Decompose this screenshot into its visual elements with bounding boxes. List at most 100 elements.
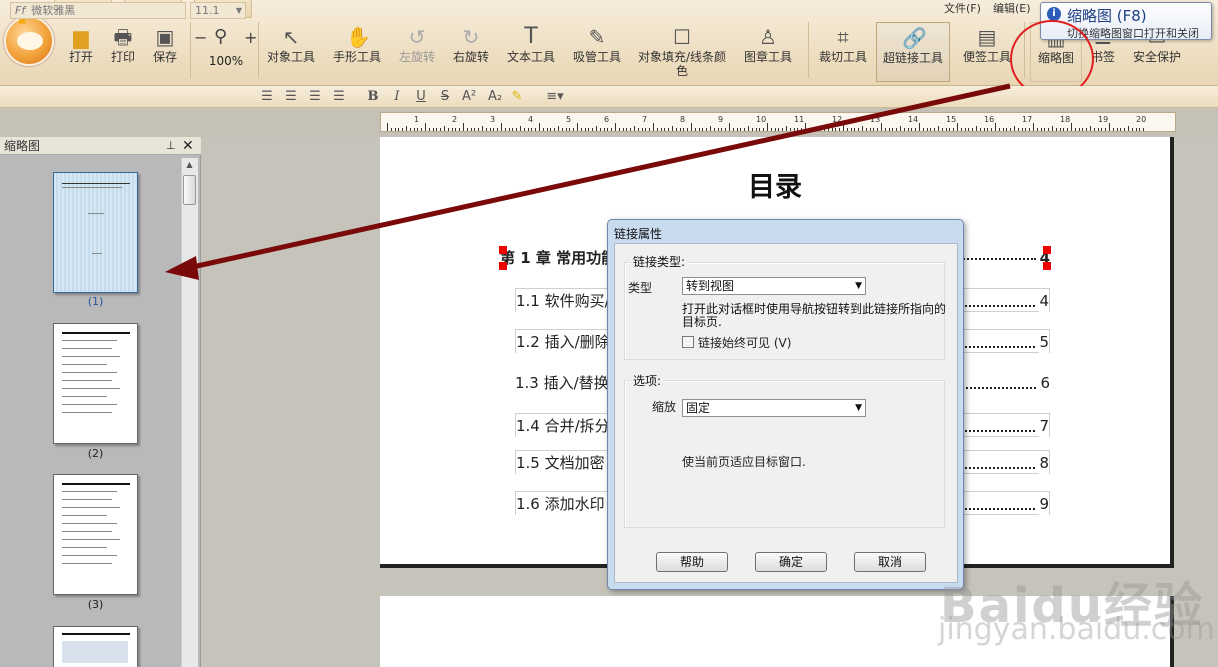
italic-icon[interactable]: I: [388, 88, 406, 106]
ruler-tick: [736, 128, 738, 131]
align-left-icon[interactable]: ☰: [258, 88, 276, 106]
zoom-label: 缩放: [652, 400, 677, 414]
align-justify-icon[interactable]: ☰: [330, 88, 348, 106]
line-spacing-icon[interactable]: ≡▾: [540, 88, 570, 106]
fill-color-button[interactable]: ☐ 对象填充/线条颜色: [636, 22, 728, 82]
crop-tool-button[interactable]: ⌗ 裁切工具: [814, 22, 872, 82]
zoom-in-button[interactable]: +: [244, 28, 257, 47]
ruler-tick: [596, 126, 597, 131]
ruler-tick: [1055, 128, 1057, 131]
text-tool-button[interactable]: T 文本工具: [504, 22, 558, 82]
ruler-tick: [694, 128, 696, 131]
ruler-tick: [447, 128, 449, 131]
zoom-select[interactable]: 固定 ▼: [682, 399, 866, 417]
ruler-tick: [508, 128, 510, 131]
selection-handle[interactable]: [499, 262, 507, 270]
always-visible-checkbox[interactable]: [682, 336, 694, 348]
selection-handle[interactable]: [499, 246, 507, 254]
ruler-tick: [463, 123, 464, 131]
ruler-tick: [725, 128, 727, 131]
superscript-icon[interactable]: A²: [460, 88, 478, 106]
ruler-tick: [512, 128, 514, 131]
ruler-tick: [432, 128, 434, 131]
ruler-tick: [1143, 128, 1145, 131]
align-right-icon[interactable]: ☰: [306, 88, 324, 106]
ruler-tick: [425, 123, 426, 131]
font-size-select[interactable]: 11.1 ▼: [190, 2, 246, 19]
ruler-tick: [960, 128, 962, 131]
color-square-icon: ☐: [673, 25, 691, 49]
scrollbar[interactable]: [181, 158, 198, 667]
zoom-level[interactable]: 100%: [198, 54, 254, 68]
page-thumbnail[interactable]: [53, 172, 138, 293]
cancel-button[interactable]: 取消: [854, 552, 926, 572]
menu-edit[interactable]: 编辑(E): [993, 0, 1031, 16]
rotate-left-button[interactable]: ↺ 左旋转: [394, 22, 440, 82]
ruler-tick: [459, 128, 461, 131]
hand-tool-button[interactable]: ✋ 手形工具: [330, 22, 384, 82]
ruler-tick: [691, 123, 692, 131]
ruler-tick: [957, 123, 958, 131]
notepad-icon: ▤: [977, 25, 997, 49]
ruler-tick: [888, 128, 890, 131]
ruler-tick: [1116, 128, 1118, 131]
font-family-select[interactable]: Ff 微软雅黑: [10, 2, 186, 19]
highlight-icon[interactable]: ✎: [508, 88, 526, 106]
ruler-tick: [588, 128, 590, 131]
ruler-tick: [683, 128, 685, 131]
scroll-up-arrow-icon[interactable]: ▲: [181, 158, 198, 172]
print-button[interactable]: 🖶 打印: [104, 22, 142, 82]
ruler-tick: [702, 128, 704, 131]
page-thumbnail[interactable]: [53, 474, 138, 595]
link-type-select[interactable]: 转到视图 ▼: [682, 277, 866, 295]
stamp-tool-button[interactable]: ♙ 图章工具: [740, 22, 796, 82]
ruler-tick: [698, 128, 700, 131]
align-center-icon[interactable]: ☰: [282, 88, 300, 106]
underline-icon[interactable]: U: [412, 88, 430, 106]
open-button[interactable]: ▆ 打开: [62, 22, 100, 82]
ruler-tick: [941, 128, 943, 131]
ruler-tick: [816, 128, 818, 131]
folder-icon: ▆: [73, 25, 89, 49]
note-tool-button[interactable]: ▤ 便签工具: [958, 22, 1016, 82]
strikethrough-icon[interactable]: S̶: [436, 88, 454, 106]
pin-icon[interactable]: ⊥: [166, 137, 176, 155]
subscript-icon[interactable]: A₂: [486, 88, 504, 106]
close-icon[interactable]: ✕: [182, 137, 194, 155]
rotate-right-icon: ↻: [462, 25, 480, 49]
hyperlink-tool-button[interactable]: 🔗 超链接工具: [876, 22, 950, 82]
ruler-tick: [436, 128, 438, 131]
ruler-number: 2: [452, 115, 458, 124]
ruler-tick: [1139, 128, 1141, 131]
selection-handle[interactable]: [1043, 262, 1051, 270]
ruler-tick: [987, 128, 989, 131]
object-tool-button[interactable]: ↖ 对象工具: [264, 22, 318, 82]
ruler-tick: [1014, 126, 1015, 131]
ruler-tick: [622, 128, 624, 131]
help-button[interactable]: 帮助: [656, 552, 728, 572]
app-logo-icon[interactable]: ♛: [4, 12, 54, 66]
page-thumbnail[interactable]: [53, 323, 138, 444]
ruler-tick: [402, 128, 404, 131]
ruler-tick: [998, 128, 1000, 131]
ruler-number: 5: [566, 115, 572, 124]
selection-handle[interactable]: [1043, 246, 1051, 254]
ok-button[interactable]: 确定: [755, 552, 827, 572]
ruler-tick: [630, 128, 632, 131]
menu-file[interactable]: 文件(F): [944, 0, 981, 16]
save-button[interactable]: ▣ 保存: [146, 22, 184, 82]
ruler-tick: [919, 123, 920, 131]
ruler-tick: [721, 128, 723, 131]
ruler-tick: [1036, 128, 1038, 131]
rotate-right-button[interactable]: ↻ 右旋转: [448, 22, 494, 82]
magnifier-icon[interactable]: ⚲: [214, 26, 227, 47]
page-title: 目录: [748, 172, 802, 203]
bold-icon[interactable]: B: [364, 88, 382, 106]
ruler-tick: [808, 128, 810, 131]
zoom-out-button[interactable]: −: [194, 28, 208, 47]
page-thumbnail[interactable]: [53, 626, 138, 667]
ruler-tick: [900, 126, 901, 131]
scroll-thumb[interactable]: [183, 175, 196, 205]
ruler-tick: [497, 128, 499, 131]
eyedropper-tool-button[interactable]: ✎ 吸管工具: [570, 22, 624, 82]
